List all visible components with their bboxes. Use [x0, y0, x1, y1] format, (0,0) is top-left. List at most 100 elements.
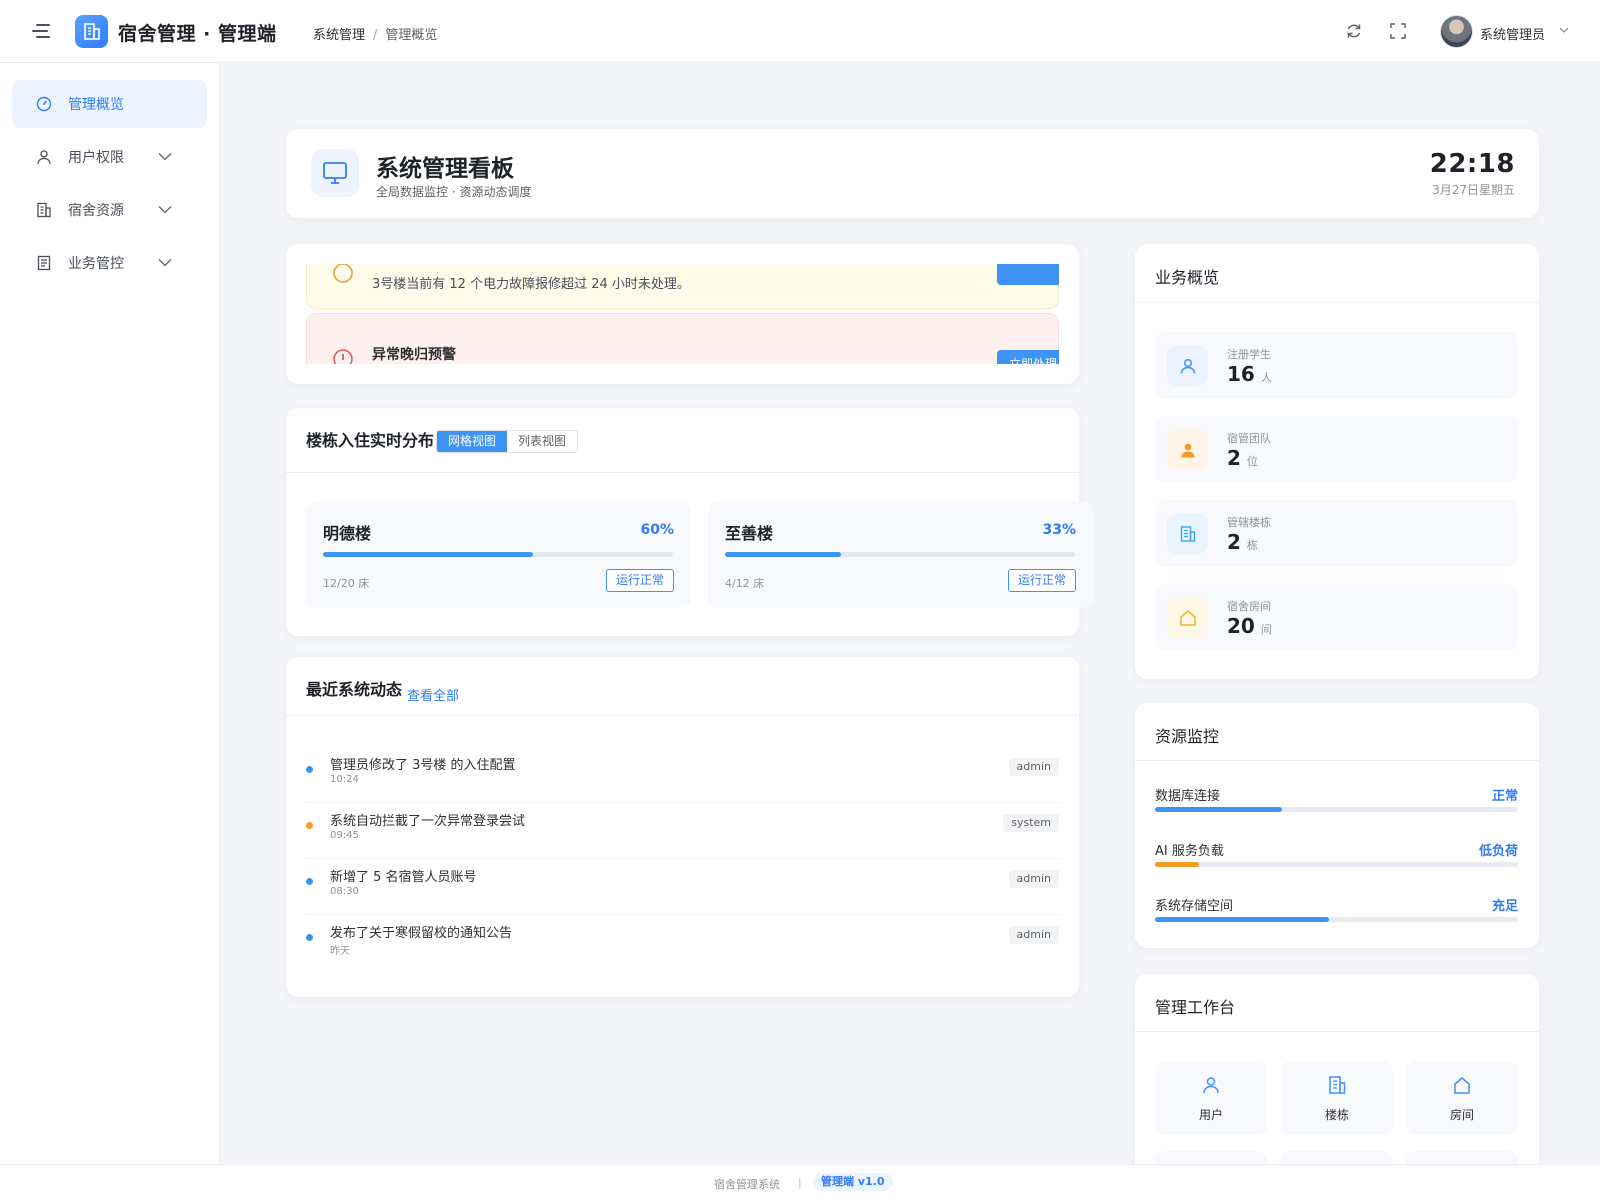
sidebar-item-business[interactable]: 业务管控: [12, 239, 207, 287]
alert-warning: 3号楼当前有 12 个电力故障报修超过 24 小时未处理。: [306, 264, 1059, 309]
sidebar-item-overview[interactable]: 管理概览: [12, 80, 207, 128]
resource-monitor-card: 资源监控 数据库连接 正常 AI 服务负载 低负荷 系统存储空间 充足: [1135, 703, 1539, 948]
activity-tag: system: [1003, 814, 1059, 832]
status-badge: 运行正常: [1007, 569, 1076, 592]
list-item[interactable]: 系统自动拦截了一次异常登录尝试 09:45 system: [306, 803, 1059, 859]
footer: 宿舍管理系统 | 管理端 v1.0: [0, 1164, 1600, 1200]
fullscreen-icon[interactable]: [1389, 22, 1407, 40]
building-icon: [1167, 513, 1208, 554]
activity-dot: [306, 878, 313, 885]
resource-bar-fill: [1155, 862, 1199, 867]
workbench-button-rooms[interactable]: 房间: [1406, 1061, 1518, 1135]
stat-label: 宿管团队: [1227, 432, 1271, 445]
business-overview-card: 业务概览 注册学生 16 人 宿管团队 2位 管辖楼栋 2栋 宿舍房间 20 间: [1135, 244, 1539, 679]
workbench-button-partial[interactable]: [1155, 1151, 1267, 1164]
stat-value: 2栋: [1227, 530, 1258, 554]
occupancy-bar-fill: [725, 552, 841, 557]
resource-status: 低负荷: [1478, 844, 1518, 859]
list-item[interactable]: 管理员修改了 3号楼 的入住配置 10:24 admin: [306, 747, 1059, 803]
occupancy-card: 楼栋入住实时分布 网格视图 列表视图 明德楼 60% 12/20 床 运行正常 …: [286, 408, 1093, 636]
activity-text: 系统自动拦截了一次异常登录尝试: [330, 814, 526, 829]
user-icon: [1167, 345, 1208, 386]
workbench-title: 管理工作台: [1155, 998, 1236, 1017]
building-icon: [1329, 1076, 1346, 1094]
chevron-down-icon[interactable]: [1559, 26, 1569, 34]
stat-unit: 栋: [1246, 539, 1258, 552]
stat-students[interactable]: 注册学生 16 人: [1155, 332, 1518, 399]
avatar[interactable]: [1440, 15, 1473, 48]
stat-staff[interactable]: 宿管团队 2位: [1155, 416, 1518, 483]
alert-action-button[interactable]: [997, 264, 1059, 285]
activity-time: 10:24: [330, 774, 359, 785]
sidebar-item-label: 用户权限: [68, 150, 124, 166]
main-content: 系统管理看板 全局数据监控 · 资源动态调度 22:18 3月27日星期五 3号…: [221, 63, 1600, 1164]
activity-text: 管理员修改了 3号楼 的入住配置: [330, 758, 516, 773]
workbench-button-buildings[interactable]: 楼栋: [1281, 1061, 1393, 1135]
alerts-scroll[interactable]: 3号楼当前有 12 个电力故障报修超过 24 小时未处理。 异常晚归预警 立即处…: [306, 264, 1059, 364]
workbench-button-partial[interactable]: [1281, 1151, 1393, 1164]
page-title: 系统管理看板: [376, 156, 514, 182]
stat-number: 2: [1227, 530, 1241, 554]
grid-view-tab[interactable]: 网格视图: [437, 431, 508, 452]
workbench-button-partial[interactable]: [1406, 1151, 1518, 1164]
stat-buildings[interactable]: 管辖楼栋 2栋: [1155, 500, 1518, 567]
refresh-icon[interactable]: [1345, 22, 1363, 40]
dashboard-icon: [36, 96, 52, 112]
alert-text: 3号楼当前有 12 个电力故障报修超过 24 小时未处理。: [372, 277, 690, 292]
stat-label: 注册学生: [1227, 348, 1271, 361]
business-card-header: 业务概览: [1135, 244, 1539, 303]
stat-label: 管辖楼栋: [1227, 516, 1271, 529]
clock-date: 3月27日星期五: [1432, 183, 1515, 197]
user-name[interactable]: 系统管理员: [1480, 24, 1545, 43]
sidebar-item-users[interactable]: 用户权限: [12, 133, 207, 181]
activity-text: 发布了关于寒假留校的通知公告: [330, 926, 513, 941]
list-item[interactable]: 发布了关于寒假留校的通知公告 昨天 admin: [306, 915, 1059, 971]
alert-danger: 异常晚归预警 立即处理: [306, 313, 1059, 364]
workbench-button-users[interactable]: 用户: [1155, 1061, 1267, 1135]
resource-status: 充足: [1491, 899, 1518, 914]
activity-title: 最近系统动态: [306, 680, 403, 699]
list-item[interactable]: 新增了 5 名宿管人员账号 08:30 admin: [306, 859, 1059, 915]
activity-tag: admin: [1008, 926, 1059, 944]
alert-circle-icon: [333, 349, 353, 364]
workbench-label: 楼栋: [1324, 1108, 1349, 1122]
status-badge: 运行正常: [605, 569, 674, 592]
resource-bar: [1155, 807, 1518, 812]
activity-dot: [306, 822, 313, 829]
building-beds: 4/12 床: [725, 577, 765, 590]
stat-rooms[interactable]: 宿舍房间 20 间: [1155, 584, 1518, 651]
building-beds: 12/20 床: [323, 577, 370, 590]
staff-icon: [1167, 429, 1208, 470]
stat-unit: 间: [1260, 623, 1272, 636]
page-subtitle: 全局数据监控 · 资源动态调度: [376, 185, 532, 199]
alerts-card: 3号楼当前有 12 个电力故障报修超过 24 小时未处理。 异常晚归预警 立即处…: [286, 244, 1079, 384]
stat-value: 16 人: [1227, 362, 1272, 386]
stat-number: 20: [1227, 614, 1255, 638]
warning-icon: [333, 264, 353, 283]
sidebar-item-label: 管理概览: [68, 97, 124, 113]
alert-title: 异常晚归预警: [372, 347, 456, 363]
alert-action-button[interactable]: 立即处理: [997, 350, 1059, 364]
home-icon: [1454, 1077, 1470, 1094]
stat-value: 20 间: [1227, 614, 1272, 638]
view-all-link[interactable]: 查看全部: [407, 685, 459, 704]
sidebar-item-dorm-resources[interactable]: 宿舍资源: [12, 186, 207, 234]
building-card[interactable]: 至善楼 33% 4/12 床 运行正常: [708, 502, 1093, 608]
occupancy-title: 楼栋入住实时分布: [306, 431, 435, 450]
building-icon: [36, 202, 52, 218]
activity-time: 08:30: [330, 886, 359, 897]
list-view-tab[interactable]: 列表视图: [507, 431, 578, 452]
footer-system-name: 宿舍管理系统: [714, 1178, 780, 1191]
breadcrumb-item-system[interactable]: 系统管理: [313, 28, 365, 43]
activity-tag: admin: [1008, 758, 1059, 776]
menu-toggle-icon[interactable]: [32, 24, 50, 40]
document-icon: [36, 255, 52, 271]
resource-bar-fill: [1155, 807, 1283, 812]
resource-label: 系统存储空间: [1155, 899, 1234, 914]
stat-value: 2位: [1227, 446, 1258, 470]
building-name: 明德楼: [323, 524, 372, 543]
resource-bar: [1155, 862, 1518, 867]
welcome-card: 系统管理看板 全局数据监控 · 资源动态调度 22:18 3月27日星期五: [286, 129, 1539, 218]
occupancy-card-header: 楼栋入住实时分布 网格视图 列表视图: [286, 408, 1079, 473]
building-card[interactable]: 明德楼 60% 12/20 床 运行正常: [306, 502, 691, 608]
